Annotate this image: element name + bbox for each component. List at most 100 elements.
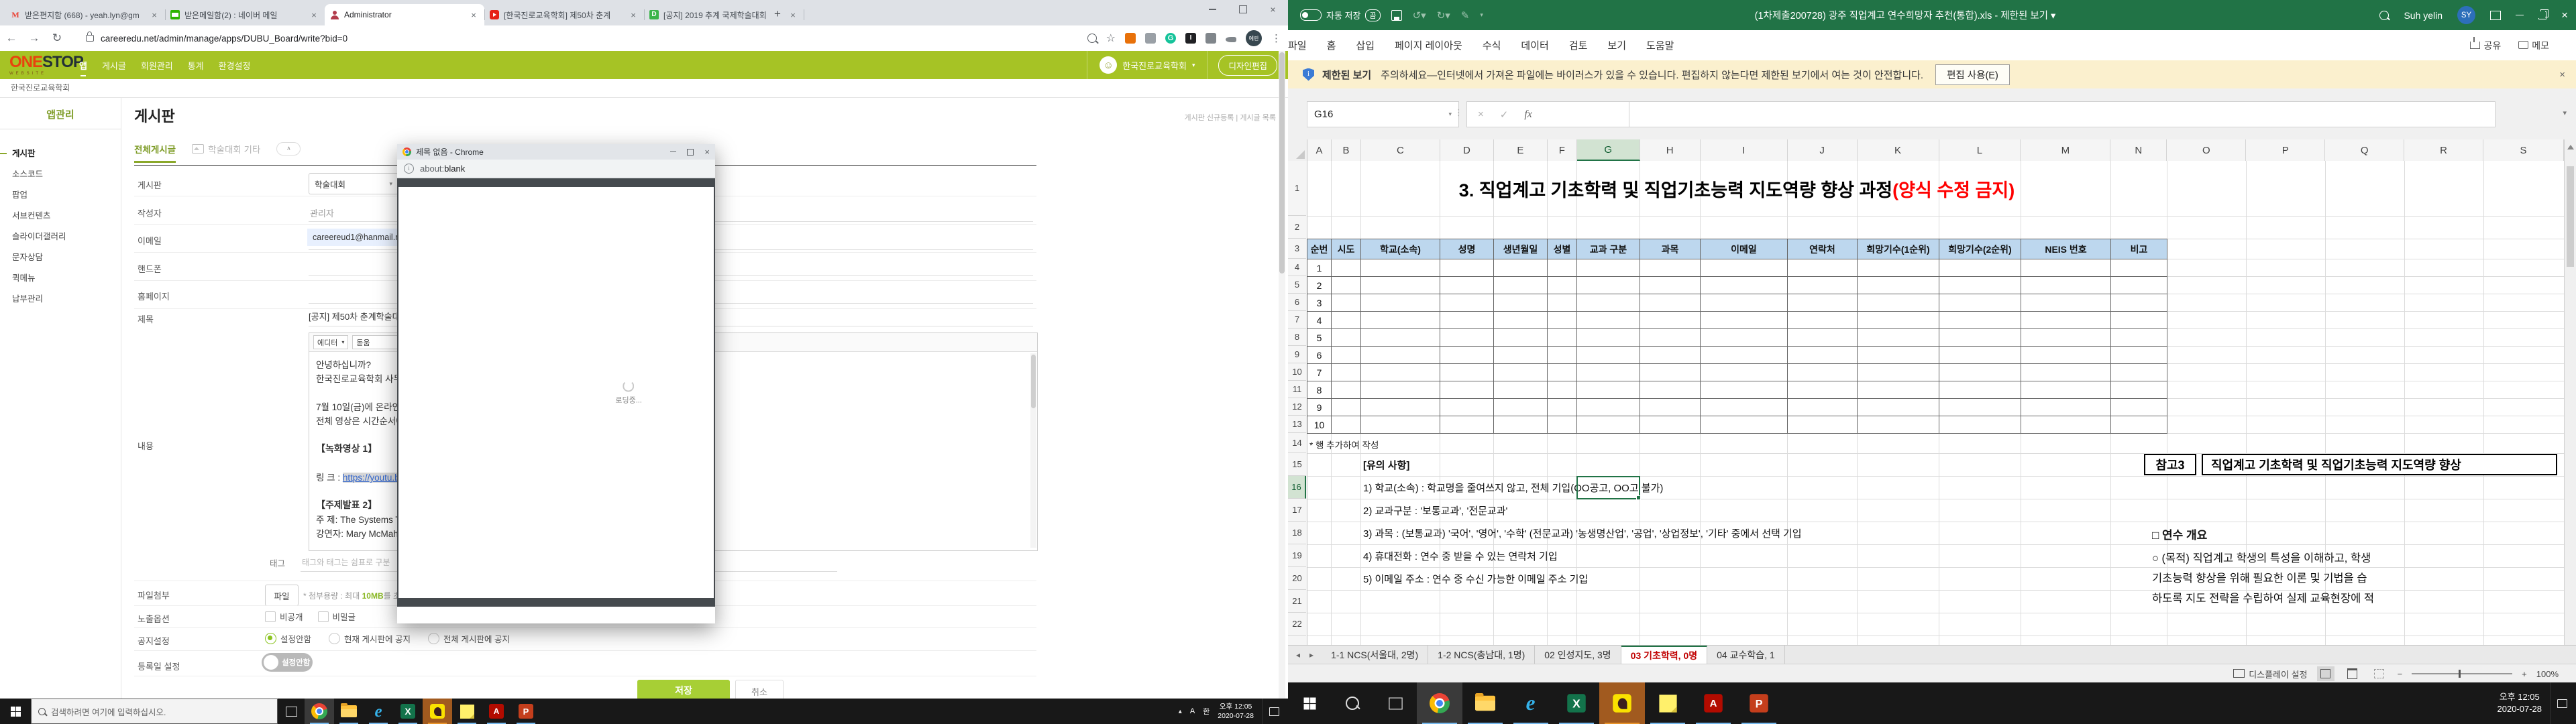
- row-header-18[interactable]: 18: [1288, 522, 1306, 544]
- cancel-entry-icon[interactable]: ×: [1478, 109, 1484, 120]
- taskbar-app-ie[interactable]: e: [364, 699, 393, 724]
- table-cell[interactable]: [1939, 346, 2021, 364]
- table-header-cell[interactable]: 순번: [1307, 239, 1332, 259]
- name-box[interactable]: G16▾: [1307, 101, 1459, 127]
- sidebar-item[interactable]: 문자상담: [0, 246, 121, 267]
- row-header-12[interactable]: 12: [1288, 398, 1306, 416]
- row-header-13[interactable]: 13: [1288, 416, 1306, 433]
- table-cell[interactable]: [2021, 276, 2111, 294]
- excel-restore-icon[interactable]: [2538, 11, 2546, 19]
- column-header-F[interactable]: F: [1548, 139, 1577, 161]
- ribbon-tab[interactable]: 파일: [1288, 38, 1307, 52]
- excel-close-icon[interactable]: ×: [2561, 9, 2568, 22]
- formula-input[interactable]: [1629, 101, 2496, 127]
- table-cell[interactable]: [1640, 276, 1701, 294]
- table-cell[interactable]: [1440, 276, 1494, 294]
- tag-input[interactable]: 태그와 태그는 쉼표로 구분: [302, 556, 390, 568]
- taskbar-app-kakaotalk[interactable]: [423, 699, 452, 724]
- account-dropdown[interactable]: ☺ 한국진로교육학회 ▾: [1087, 56, 1207, 74]
- table-cell[interactable]: [1640, 398, 1701, 416]
- table-cell[interactable]: [2021, 294, 2111, 312]
- table-cell[interactable]: [1939, 294, 2021, 312]
- table-cell[interactable]: [1493, 276, 1548, 294]
- breadcrumb[interactable]: 게시판 신규등록 | 게시글 목록: [1184, 112, 1276, 123]
- table-cell[interactable]: 10: [1307, 416, 1332, 434]
- table-cell[interactable]: [1857, 311, 1939, 329]
- popup-url-bar[interactable]: i about:blank: [397, 160, 715, 178]
- table-cell[interactable]: 4: [1307, 311, 1332, 329]
- table-cell[interactable]: [1857, 398, 1939, 416]
- table-header-cell[interactable]: NEIS 번호: [2021, 239, 2111, 259]
- table-cell[interactable]: [1493, 398, 1548, 416]
- column-header-M[interactable]: M: [2021, 139, 2110, 161]
- notification-icon[interactable]: [2550, 682, 2573, 724]
- editor-scrollbar[interactable]: [1030, 353, 1036, 548]
- table-cell[interactable]: [1640, 259, 1701, 277]
- table-cell[interactable]: [2021, 398, 2111, 416]
- table-header-cell[interactable]: 시도: [1331, 239, 1361, 259]
- table-cell[interactable]: [1360, 346, 1440, 364]
- table-cell[interactable]: [1493, 259, 1548, 277]
- clock[interactable]: 오후 12:052020-07-28: [1218, 702, 1254, 721]
- close-icon[interactable]: ×: [1258, 0, 1288, 19]
- table-cell[interactable]: [1700, 294, 1788, 312]
- task-view-button[interactable]: [1374, 682, 1417, 724]
- row-header-20[interactable]: 20: [1288, 567, 1306, 590]
- column-header-B[interactable]: B: [1332, 139, 1361, 161]
- table-cell[interactable]: 1: [1307, 259, 1332, 277]
- table-cell[interactable]: [1360, 276, 1440, 294]
- row-header-5[interactable]: 5: [1288, 276, 1306, 294]
- sidebar-item[interactable]: 납부관리: [0, 288, 121, 308]
- design-edit-button[interactable]: 디자인편집: [1218, 55, 1277, 76]
- ribbon-tab[interactable]: 도움말: [1646, 38, 1674, 52]
- column-header-E[interactable]: E: [1494, 139, 1548, 161]
- table-cell[interactable]: [1360, 398, 1440, 416]
- collapse-button[interactable]: ∧: [276, 142, 301, 156]
- taskbar-app-explorer[interactable]: [1462, 682, 1508, 724]
- ribbon-tab[interactable]: 보기: [1607, 38, 1626, 52]
- table-cell[interactable]: [2110, 346, 2167, 364]
- table-cell[interactable]: [1640, 381, 1701, 399]
- row-header-6[interactable]: 6: [1288, 294, 1306, 311]
- zoom-icon[interactable]: [1087, 34, 1097, 43]
- sheet-next-icon[interactable]: ▸: [1309, 650, 1313, 660]
- table-cell[interactable]: [1547, 381, 1577, 399]
- table-cell[interactable]: [1331, 276, 1361, 294]
- table-cell[interactable]: [2110, 381, 2167, 399]
- ribbon-tab[interactable]: 페이지 레이아웃: [1395, 38, 1462, 52]
- table-cell[interactable]: [1857, 381, 1939, 399]
- table-cell[interactable]: [1547, 328, 1577, 347]
- table-cell[interactable]: [1576, 311, 1640, 329]
- table-cell[interactable]: [1939, 259, 2021, 277]
- table-cell[interactable]: [1857, 363, 1939, 381]
- table-cell[interactable]: [2110, 363, 2167, 381]
- table-cell[interactable]: [2021, 311, 2111, 329]
- row-header-3[interactable]: 3: [1288, 239, 1306, 259]
- notification-icon[interactable]: [1262, 699, 1285, 724]
- enable-editing-button[interactable]: 편집 사용(E): [1935, 64, 2010, 85]
- row-header-11[interactable]: 11: [1288, 381, 1306, 398]
- redo-icon[interactable]: ↻▾: [1437, 9, 1450, 21]
- table-header-cell[interactable]: 성별: [1547, 239, 1577, 259]
- taskbar-app-excel[interactable]: X: [393, 699, 423, 724]
- taskbar-app-chrome[interactable]: [305, 699, 334, 724]
- info-icon[interactable]: i: [404, 164, 414, 174]
- table-cell[interactable]: [2021, 328, 2111, 347]
- table-cell[interactable]: [1700, 416, 1788, 434]
- zoom-in-icon[interactable]: +: [2522, 669, 2527, 679]
- table-cell[interactable]: [1331, 328, 1361, 347]
- table-cell[interactable]: [1939, 398, 2021, 416]
- table-cell[interactable]: [1547, 311, 1577, 329]
- table-cell[interactable]: [2021, 363, 2111, 381]
- row-header-4[interactable]: 4: [1288, 259, 1306, 276]
- table-cell[interactable]: [1547, 346, 1577, 364]
- table-cell[interactable]: [1939, 328, 2021, 347]
- table-cell[interactable]: [1700, 381, 1788, 399]
- row-header-8[interactable]: 8: [1288, 328, 1306, 346]
- tab-close-icon[interactable]: ×: [149, 10, 160, 20]
- onestop-menu-item[interactable]: 환경설정: [219, 59, 251, 72]
- new-tab-button[interactable]: +: [769, 5, 786, 23]
- grammarly-icon[interactable]: G: [1165, 33, 1176, 44]
- table-cell[interactable]: [1857, 346, 1939, 364]
- table-cell[interactable]: [1787, 311, 1858, 329]
